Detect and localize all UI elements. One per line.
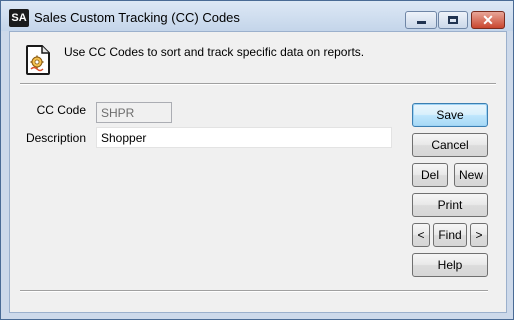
maximize-button[interactable] — [438, 11, 468, 29]
description-label: Description — [25, 131, 86, 145]
new-button[interactable]: New — [454, 163, 488, 187]
header-description: Use CC Codes to sort and track specific … — [64, 45, 365, 59]
title-bar[interactable]: SA Sales Custom Tracking (CC) Codes ✕ — [1, 1, 513, 31]
previous-record-button[interactable]: < — [412, 223, 430, 247]
dialog-window: SA Sales Custom Tracking (CC) Codes ✕ Us… — [0, 0, 514, 320]
close-icon: ✕ — [482, 12, 494, 28]
dialog-body: Use CC Codes to sort and track specific … — [9, 31, 507, 313]
window-title: Sales Custom Tracking (CC) Codes — [34, 10, 240, 25]
cc-code-label: CC Code — [36, 103, 86, 117]
document-gear-icon — [26, 45, 50, 75]
header-area: Use CC Codes to sort and track specific … — [10, 32, 506, 84]
minimize-button[interactable] — [405, 11, 437, 29]
app-badge: SA — [9, 9, 29, 27]
close-button[interactable]: ✕ — [471, 11, 505, 29]
cancel-button[interactable]: Cancel — [412, 133, 488, 157]
print-button[interactable]: Print — [412, 193, 488, 217]
maximize-icon — [448, 16, 458, 24]
save-button[interactable]: Save — [412, 103, 488, 127]
help-button[interactable]: Help — [412, 253, 488, 277]
description-field[interactable] — [96, 127, 392, 148]
minimize-icon — [416, 21, 426, 24]
header-separator — [20, 83, 496, 85]
delete-button[interactable]: Del — [412, 163, 448, 187]
next-record-button[interactable]: > — [470, 223, 488, 247]
find-button[interactable]: Find — [433, 223, 467, 247]
footer-separator — [20, 290, 488, 292]
cc-code-field[interactable] — [96, 102, 172, 123]
